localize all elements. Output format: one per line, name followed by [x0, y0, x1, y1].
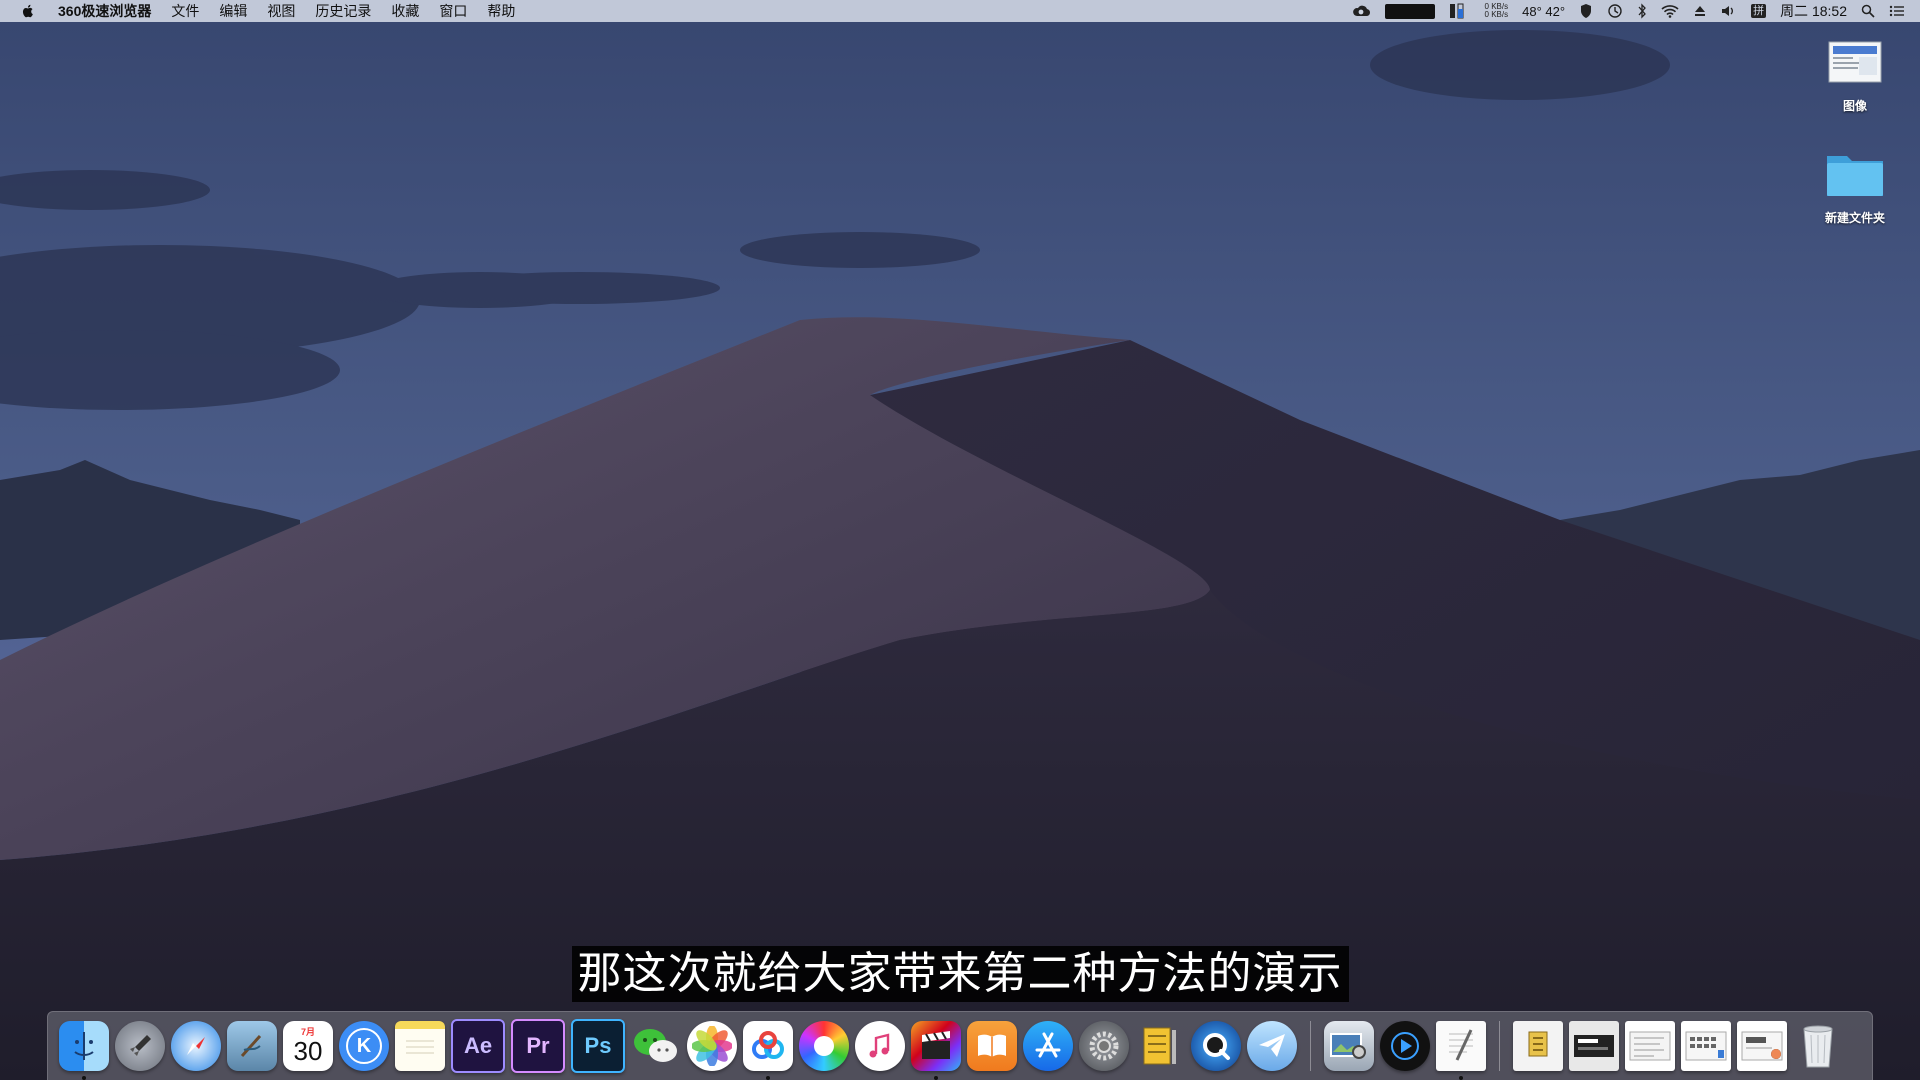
ps-label: Ps [584, 1033, 612, 1058]
time-machine-icon[interactable] [1600, 0, 1630, 22]
photos-icon[interactable] [687, 1021, 737, 1071]
calendar-icon[interactable]: 7月 30 [283, 1021, 333, 1071]
creative-cloud-icon[interactable] [1344, 0, 1378, 22]
trash-icon[interactable] [1793, 1021, 1843, 1071]
photoshop-icon[interactable]: Ps [571, 1019, 625, 1073]
rar-archive-icon[interactable] [1513, 1021, 1563, 1071]
kuaiya-k-app-icon[interactable]: K [339, 1021, 389, 1071]
desktop-icon-label: 新建文件夹 [1824, 211, 1885, 225]
network-speed[interactable]: 0 KB/s 0 KB/s [1478, 0, 1516, 22]
bluetooth-icon[interactable] [1630, 0, 1654, 22]
menubar-clock[interactable]: 周二 18:52 [1773, 0, 1854, 22]
dock: 7月 30 K Ae Pr Ps [47, 1011, 1873, 1080]
preview-app-icon[interactable] [227, 1021, 277, 1071]
menu-edit[interactable]: 编辑 [209, 0, 257, 22]
video-subtitle: 那这次就给大家带来第二种方法的演示 [0, 946, 1920, 1002]
menu-app-name[interactable]: 360极速浏览器 [48, 0, 161, 22]
subtitle-text: 那这次就给大家带来第二种方法的演示 [571, 946, 1349, 1002]
input-method-label: 拼 [1751, 4, 1767, 18]
desktop-icon-label: 图像 [1842, 99, 1867, 113]
system-preferences-icon[interactable] [1079, 1021, 1129, 1071]
final-cut-pro-icon[interactable] [911, 1021, 961, 1080]
network-down-speed: 0 KB/s [1484, 10, 1509, 19]
dock-separator [1310, 1021, 1311, 1071]
premiere-pro-icon[interactable]: Pr [511, 1019, 565, 1073]
itunes-icon[interactable] [855, 1021, 905, 1071]
image-capture-icon[interactable] [1324, 1021, 1374, 1071]
apple-icon[interactable] [20, 3, 36, 19]
cpu-meter[interactable] [1378, 0, 1442, 22]
shield-icon[interactable] [1572, 0, 1600, 22]
menu-bookmarks[interactable]: 收藏 [381, 0, 429, 22]
downloads-stack-icon[interactable] [1569, 1021, 1619, 1071]
menu-help[interactable]: 帮助 [477, 0, 525, 22]
baidu-netdisk-icon[interactable] [743, 1021, 793, 1080]
screenshots-stack-icon[interactable] [1681, 1021, 1731, 1071]
notification-center-icon[interactable] [1882, 0, 1912, 22]
dock-separator [1499, 1021, 1500, 1071]
airmail-bird-icon[interactable] [1247, 1021, 1297, 1071]
wechat-icon[interactable] [631, 1021, 681, 1071]
pr-label: Pr [526, 1033, 550, 1058]
memory-meter-icon[interactable] [1442, 0, 1478, 22]
desktop-stack-icon[interactable] [1737, 1021, 1787, 1071]
app-store-icon[interactable] [1023, 1021, 1073, 1071]
documents-stack-icon[interactable] [1625, 1021, 1675, 1071]
books-icon[interactable] [967, 1021, 1017, 1071]
menu-file[interactable]: 文件 [161, 0, 209, 22]
notes-icon[interactable] [395, 1021, 445, 1071]
desktop-icon-new-folder[interactable]: 新建文件夹 [1800, 148, 1910, 226]
temperature-readout[interactable]: 48° 42° [1515, 0, 1572, 22]
wifi-icon[interactable] [1654, 0, 1686, 22]
menu-window[interactable]: 窗口 [429, 0, 477, 22]
textedit-icon[interactable] [1436, 1021, 1486, 1080]
k-app-label: K [346, 1028, 382, 1064]
folder-icon [1827, 156, 1883, 196]
spotlight-search-icon[interactable] [1854, 0, 1882, 22]
menu-view[interactable]: 视图 [257, 0, 305, 22]
after-effects-icon[interactable]: Ae [451, 1019, 505, 1073]
menu-history[interactable]: 历史记录 [305, 0, 381, 22]
input-method-indicator[interactable]: 拼 [1744, 0, 1773, 22]
safari-icon[interactable] [171, 1021, 221, 1071]
volume-icon[interactable] [1714, 0, 1744, 22]
launchpad-icon[interactable] [115, 1021, 165, 1071]
color-wheel-app-icon[interactable] [799, 1021, 849, 1071]
quicktime-icon[interactable] [1191, 1021, 1241, 1071]
desktop-icon-image[interactable]: 图像 [1800, 38, 1910, 114]
media-player-icon[interactable] [1380, 1021, 1430, 1071]
calendar-day: 30 [293, 1036, 323, 1066]
eject-icon[interactable] [1686, 0, 1714, 22]
desktop-wallpaper [0, 0, 1920, 1080]
finder-icon[interactable] [59, 1021, 109, 1080]
ae-label: Ae [463, 1033, 493, 1058]
menu-bar: 360极速浏览器 文件 编辑 视图 历史记录 收藏 窗口 帮助 0 KB/s 0… [0, 0, 1920, 22]
archive-utility-icon[interactable] [1135, 1021, 1185, 1071]
image-document-icon [1828, 41, 1882, 83]
